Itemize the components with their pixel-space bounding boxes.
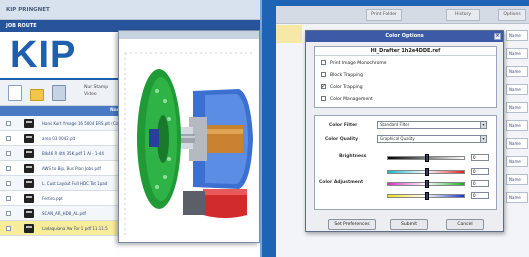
brightness-slider[interactable] <box>387 154 465 162</box>
side-button[interactable]: Name <box>506 192 528 203</box>
job-name: Hans Kurt Ymage 16 5004 ERS.plt (Color) <box>42 121 125 126</box>
kip-logo: KIP <box>10 34 77 76</box>
cancel-button[interactable]: Cancel <box>446 219 484 230</box>
job-name: Blk46 R 4th 35K.pdf 1 Al - 1-44 <box>42 151 104 156</box>
chevron-down-icon: ▾ <box>480 122 486 128</box>
side-button[interactable]: Name <box>506 102 528 113</box>
submit-button[interactable]: Submit <box>390 219 428 230</box>
color-adjustment-label: Color Adjustment <box>319 180 364 185</box>
toolbar-info-line: Nur Stamp <box>84 85 109 90</box>
side-button[interactable]: Name <box>506 66 528 77</box>
printer-icon[interactable] <box>52 85 66 101</box>
checkbox[interactable] <box>321 96 326 101</box>
printer-job-icon <box>24 134 34 143</box>
nav-button-print-folder[interactable]: Print Folder <box>366 9 402 21</box>
new-document-icon[interactable] <box>8 85 22 101</box>
file-name: HI_Drafter 1h2e4DDE.ref <box>315 47 496 56</box>
job-checkbox[interactable] <box>6 166 11 171</box>
print-options-group: HI_Drafter 1h2e4DDE.ref Print Image Mono… <box>314 46 497 108</box>
color-filter-label: Color Filter <box>329 123 358 128</box>
printer-job-icon <box>24 209 34 218</box>
side-button[interactable]: Name <box>506 84 528 95</box>
slider-thumb[interactable] <box>425 180 429 188</box>
side-button[interactable]: Name <box>506 48 528 59</box>
printer-job-icon <box>24 119 34 128</box>
printer-job-icon <box>24 164 34 173</box>
cyan-red-slider[interactable] <box>387 168 465 176</box>
color-filter-select[interactable]: Standard Filter ▾ <box>377 121 487 129</box>
printer-job-icon <box>24 194 34 203</box>
job-checkbox[interactable] <box>6 226 11 231</box>
job-checkbox[interactable] <box>6 196 11 201</box>
toolbar-info-line: Video <box>84 92 97 97</box>
option-color-trapping[interactable]: Color Trapping <box>321 82 363 92</box>
slider-thumb[interactable] <box>425 154 429 162</box>
color-quality-label: Color Quality <box>325 137 359 142</box>
side-button[interactable]: Name <box>506 156 528 167</box>
preview-title-bar <box>119 31 259 39</box>
slider-thumb[interactable] <box>425 192 429 200</box>
folder-icon[interactable] <box>30 89 44 101</box>
color-quality-value: Graphical Quality <box>380 136 415 141</box>
brightness-label: Brightness <box>339 154 367 159</box>
option-print-monochrome[interactable]: Print Image Monochrome <box>321 59 387 68</box>
magenta-green-slider[interactable] <box>387 180 465 188</box>
job-checkbox[interactable] <box>6 151 11 156</box>
option-label: Print Image Monochrome <box>330 61 387 66</box>
dialog-title: Color Options <box>385 33 424 39</box>
top-navigation: Print Folder History Options <box>276 6 529 24</box>
toolbar-info: Nur Stamp Video <box>84 84 108 98</box>
option-label: Color Trapping <box>330 85 363 90</box>
color-settings-group: Color Filter Standard Filter ▾ Color Qua… <box>314 115 497 210</box>
cyan-red-value-field[interactable]: 0 <box>471 168 489 175</box>
set-preferences-button[interactable]: Set Preferences <box>328 219 376 230</box>
slider-thumb[interactable] <box>425 168 429 176</box>
cad-preview-image <box>119 39 259 242</box>
job-checkbox[interactable] <box>6 211 11 216</box>
printer-job-icon <box>24 149 34 158</box>
option-block-trapping[interactable]: Block Trapping <box>321 71 363 80</box>
color-options-dialog: Color Options × HI_Drafter 1h2e4DDE.ref … <box>305 30 504 232</box>
job-checkbox[interactable] <box>6 136 11 141</box>
job-name: area 03 0042.plt <box>42 136 76 141</box>
dialog-title-bar: Color Options × <box>306 31 503 42</box>
printer-job-icon <box>24 224 34 233</box>
preview-window <box>118 30 260 243</box>
side-button[interactable]: Name <box>506 174 528 185</box>
side-button[interactable]: Name <box>506 120 528 131</box>
side-button[interactable]: Name <box>506 30 528 41</box>
printer-job-icon <box>24 179 34 188</box>
job-name: AWS to Bip, Bus Plan Jobs.pdf <box>42 166 101 171</box>
nav-button-history[interactable]: History <box>446 9 480 21</box>
job-checkbox[interactable] <box>6 181 11 186</box>
close-icon[interactable]: × <box>494 33 501 40</box>
job-name: Fertiro.ppt <box>42 196 63 201</box>
checkbox[interactable] <box>321 72 326 77</box>
job-checkbox[interactable] <box>6 121 11 126</box>
option-label: Block Trapping <box>330 73 363 78</box>
color-quality-select[interactable]: Graphical Quality ▾ <box>377 135 487 143</box>
side-button[interactable]: Name <box>506 138 528 149</box>
checkbox[interactable] <box>321 60 326 65</box>
brightness-value-field[interactable]: 0 <box>471 154 489 161</box>
app-title-bar: KIP PRINGNET <box>0 0 260 20</box>
yellow-blue-slider[interactable] <box>387 192 465 200</box>
highlight-cell <box>276 25 302 43</box>
nav-button-options[interactable]: Options <box>498 9 526 21</box>
color-filter-value: Standard Filter <box>380 122 410 127</box>
checkbox-checked[interactable] <box>321 82 326 91</box>
yellow-blue-value-field[interactable]: 0 <box>471 192 489 199</box>
chevron-down-icon: ▾ <box>480 136 486 142</box>
option-color-management[interactable]: Color Management <box>321 95 373 104</box>
job-name: Ladaquiana Aw Tor 1 pdf 11.11.5 <box>42 226 108 231</box>
magenta-green-value-field[interactable]: 0 <box>471 180 489 187</box>
job-name: L. Cust Layout Full HDC Tot 1pad <box>42 181 108 186</box>
option-label: Color Management <box>330 97 373 102</box>
job-name: SCAN_AR_HD8_AL.pdf <box>42 211 86 216</box>
